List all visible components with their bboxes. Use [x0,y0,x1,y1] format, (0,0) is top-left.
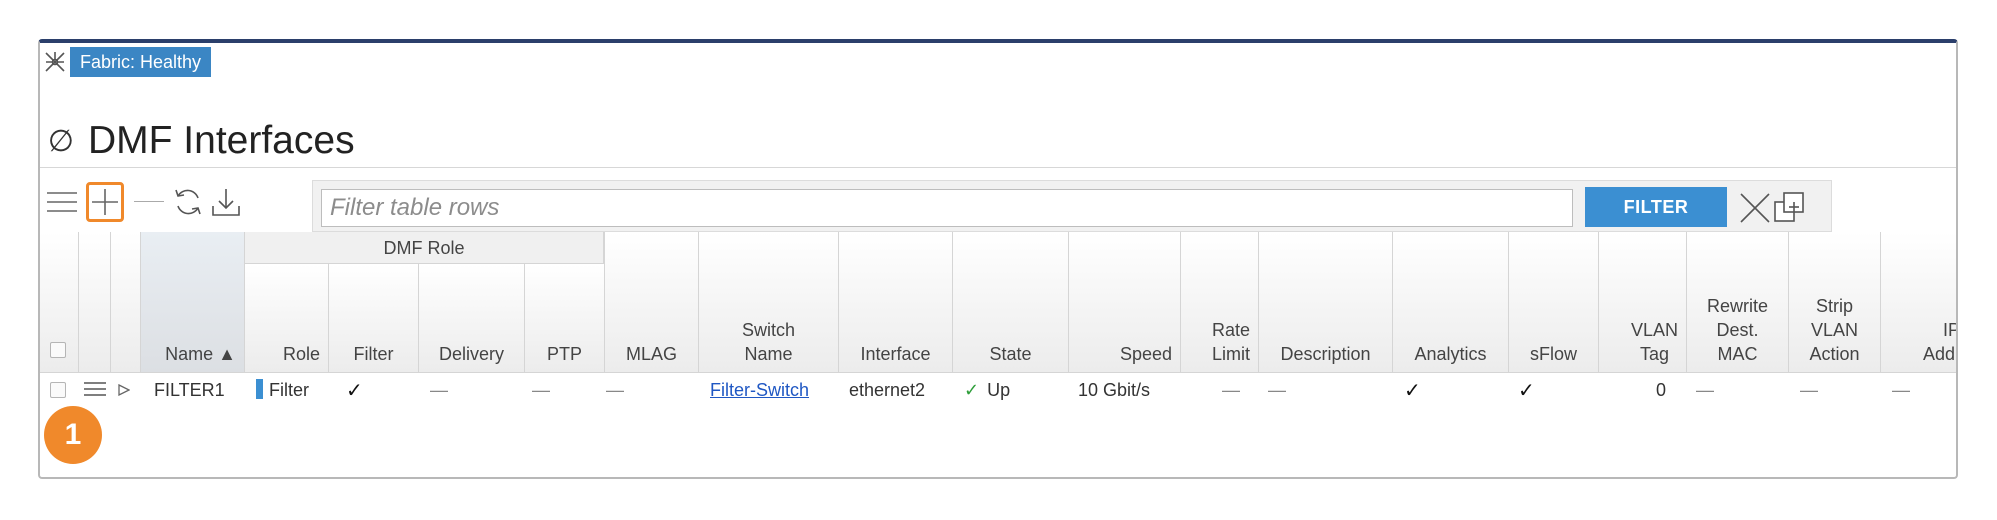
collapse-icon[interactable]: ∅ [46,124,76,159]
fabric-icon [42,49,68,75]
cell-sflow-check: ✓ [1518,378,1535,402]
download-icon [212,189,240,216]
refresh-button[interactable] [170,179,206,225]
download-button[interactable] [208,179,244,225]
fabric-status: Fabric: Healthy [42,47,212,77]
add-button[interactable] [86,182,124,222]
column-label-analytics: Analytics [1414,344,1487,364]
cell-interface: ethernet2 [849,380,926,400]
select-all-checkbox[interactable] [50,342,66,358]
column-header-name[interactable]: Name ▲ [140,232,244,372]
cell-vlan-tag: 0 [1656,380,1667,400]
title-divider [40,167,1956,168]
menu-column-header [78,232,110,372]
column-label-filter: Filter [353,344,394,364]
column-header-filter[interactable]: Filter [328,264,418,372]
column-label-delivery: Delivery [438,344,504,364]
page-title: DMF Interfaces [88,119,355,162]
column-label-sflow: sFlow [1529,344,1577,364]
fabric-status-badge[interactable]: Fabric: Healthy [70,47,212,77]
cell-description: — [1268,380,1286,400]
column-header-ip-address[interactable]: IPAddres [1880,232,1956,372]
interfaces-panel: Fabric: Healthy ∅ DMF Interfaces Filter … [38,39,1958,479]
cell-rewrite-dest-mac: — [1696,380,1714,400]
cell-mlag: — [606,380,624,400]
column-label-rate-limit: Rate Limit [1211,320,1250,364]
cell-name: FILTER1 [154,380,225,400]
step-callout-badge: 1 [44,406,102,464]
hamburger-menu-icon[interactable] [46,179,78,225]
column-header-description[interactable]: Description [1258,232,1392,372]
column-header-mlag[interactable]: MLAG [604,232,698,372]
column-label-ptp: PTP [546,344,582,364]
column-header-role[interactable]: Role [244,264,328,372]
column-label-state: State [989,344,1032,364]
row-menu-icon[interactable] [84,381,106,397]
column-label-role: Role [282,344,320,364]
page-header: ∅ DMF Interfaces [46,119,355,163]
close-icon[interactable] [1739,192,1771,224]
cell-filter-check: ✓ [346,378,363,402]
cell-role: Filter [256,373,309,407]
cell-state-label: Up [987,380,1011,400]
cell-speed: 10 Gbit/s [1078,380,1151,400]
column-label-mlag: MLAG [625,344,677,364]
expand-column-header [110,232,140,372]
column-header-vlan-tag[interactable]: VLAN Tag [1598,232,1686,372]
refresh-icon [175,189,201,215]
cell-strip-vlan-action: — [1800,380,1818,400]
column-label-switch-name: Switch Name [741,320,795,364]
filter-input[interactable] [321,189,1573,227]
table-row[interactable]: FILTER1 Filter ✓ — — — Filter-Switch eth… [40,372,1956,408]
cell-ip-address: — [1892,380,1910,400]
cell-delivery: — [430,380,448,400]
expand-row-icon[interactable] [118,383,131,397]
toolbar-separator [134,201,164,202]
row-checkbox[interactable] [50,382,66,398]
column-header-strip-vlan-action[interactable]: Strip VLAN Action [1788,232,1880,372]
column-label-name: Name ▲ [165,344,236,364]
cell-ptp: — [532,380,550,400]
column-header-delivery[interactable]: Delivery [418,264,524,372]
expand-window-icon[interactable] [1773,191,1807,225]
cell-state: ✓ Up [964,373,1010,407]
column-label-speed: Speed [1119,344,1172,364]
column-header-switch-name[interactable]: Switch Name [698,232,838,372]
cell-rate-limit: — [1222,380,1240,400]
cell-analytics-check: ✓ [1404,378,1421,402]
column-label-vlan-tag: VLAN Tag [1630,320,1678,364]
column-header-rate-limit[interactable]: Rate Limit [1180,232,1258,372]
column-header-speed[interactable]: Speed [1068,232,1180,372]
column-header-rewrite-dest-mac[interactable]: Rewrite Dest. MAC [1686,232,1788,372]
select-all-column [40,232,78,372]
role-color-bar [256,379,263,399]
dmf-role-group-header: DMF Role [244,232,604,264]
cell-role-label: Filter [269,380,309,400]
column-label-strip-vlan-action: Strip VLAN Action [1809,296,1860,364]
column-label-rewrite-dest-mac: Rewrite Dest. MAC [1706,296,1768,364]
column-header-state[interactable]: State [952,232,1068,372]
column-label-interface: Interface [860,344,931,364]
column-label-description: Description [1280,344,1371,364]
plus-icon [92,189,118,215]
column-label-ip-address: IPAddres [1923,320,1956,364]
filter-bar: FILTER [312,180,1832,232]
column-header-ptp[interactable]: PTP [524,264,604,372]
filter-button[interactable]: FILTER [1585,187,1727,227]
column-header-sflow[interactable]: sFlow [1508,232,1598,372]
switch-link[interactable]: Filter-Switch [710,373,809,407]
column-header-interface[interactable]: Interface [838,232,952,372]
status-up-icon: ✓ [964,380,980,401]
column-header-analytics[interactable]: Analytics [1392,232,1508,372]
